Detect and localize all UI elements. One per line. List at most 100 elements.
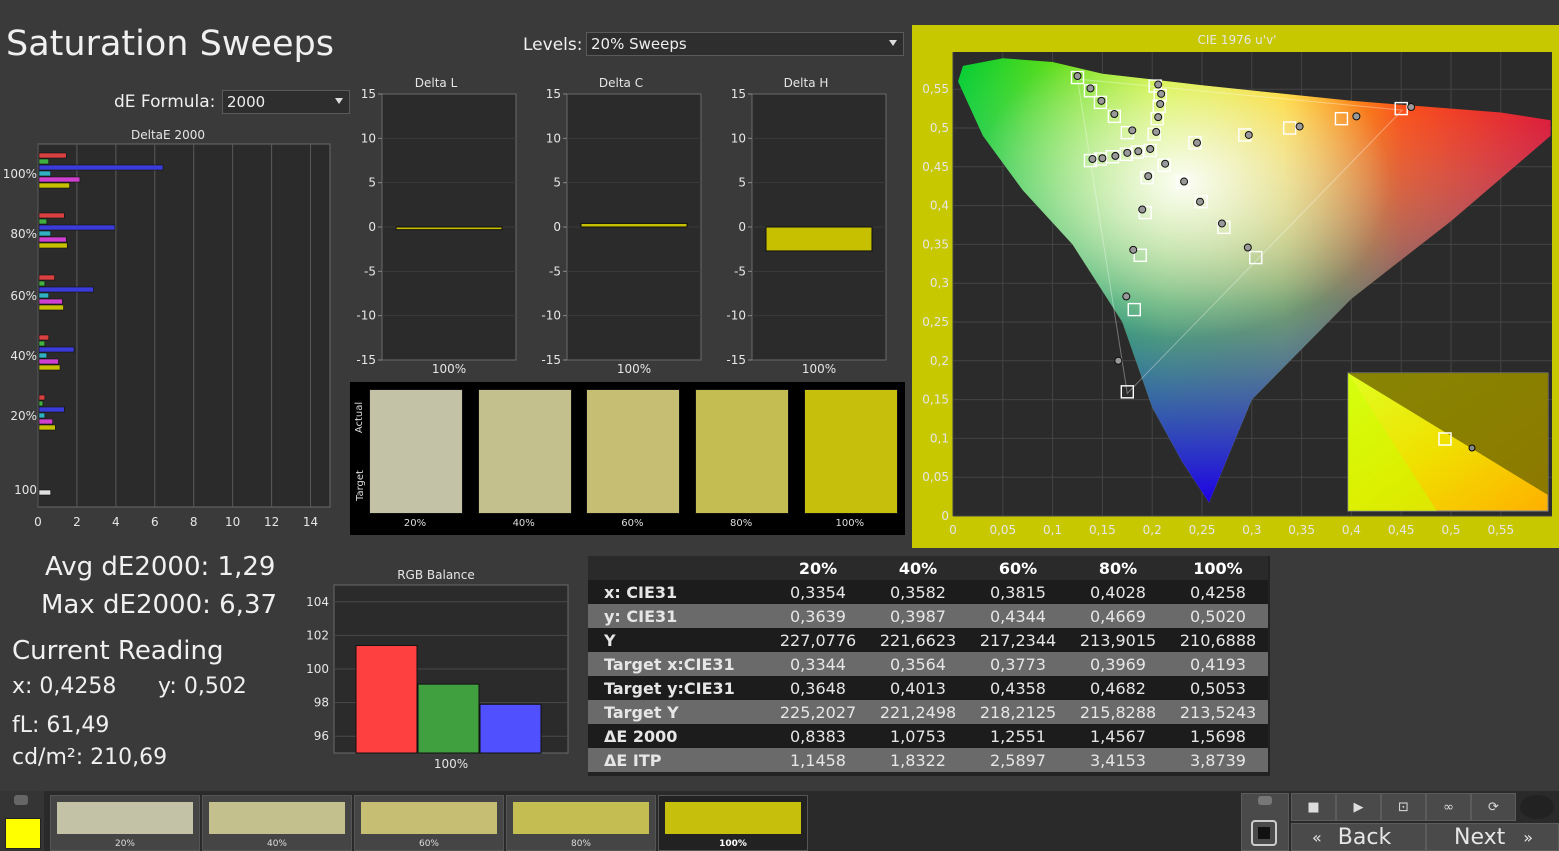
- table-cell: 3,4153: [1090, 750, 1146, 770]
- table-cell: 1,5698: [1190, 726, 1246, 746]
- readings-table: 20% 40% 60% 80% 100% x: CIE31 0,3354 0,358…: [588, 556, 1268, 772]
- table-cell: 210,6888: [1179, 630, 1257, 650]
- table-cell: 0,4013: [890, 678, 946, 698]
- deltae-x-tick: 12: [264, 515, 279, 529]
- deltae-y-ticks: 100% 80% 60% 40% 20% 100: [3, 167, 37, 497]
- delta-y-tick: 15: [731, 87, 746, 101]
- avg-de: Avg dE2000: 1,29: [45, 552, 276, 582]
- rgb-y-tick: 102: [306, 628, 329, 642]
- sweep-tile[interactable]: 100%: [658, 795, 808, 851]
- chevron-up-icon[interactable]: [1258, 796, 1272, 805]
- de-formula-select[interactable]: 2000: [222, 90, 350, 114]
- table-row: y: CIE31 0,3639 0,3987 0,4344 0,4669 0,5020: [588, 604, 1268, 628]
- rgb-y-tick: 104: [306, 595, 329, 609]
- delta-y-tick: -15: [726, 353, 746, 367]
- next-label: Next: [1454, 824, 1506, 850]
- loop-button[interactable]: ∞: [1426, 793, 1471, 821]
- table-cell: 0,4258: [1190, 582, 1246, 602]
- deltae-bar: [38, 164, 164, 171]
- cie-measured-marker: [1097, 96, 1106, 105]
- refresh-button[interactable]: ⟳: [1471, 793, 1516, 821]
- table-cell: 0,4028: [1090, 582, 1146, 602]
- deltae-bar: [38, 352, 48, 359]
- page-title: Saturation Sweeps: [6, 24, 334, 64]
- cie-x-tick: 0,5: [1441, 523, 1460, 537]
- deltae-bar: [38, 424, 56, 431]
- delta-y-tick: -5: [734, 264, 746, 278]
- cie-measured-marker: [1193, 138, 1202, 147]
- next-button[interactable]: Next »: [1426, 823, 1559, 851]
- deltae-bar: [38, 292, 50, 299]
- sweep-swatch: [369, 389, 463, 514]
- delta-bar: [765, 226, 873, 252]
- play-button[interactable]: ▶: [1336, 793, 1381, 821]
- deltae-bar: [38, 230, 51, 237]
- sweep-tile-label: 40%: [266, 839, 287, 849]
- deltae-category-label: 100%: [3, 167, 37, 181]
- cie-measured-marker: [1073, 72, 1082, 81]
- table-cell: 0,3987: [890, 606, 946, 626]
- table-row-label: Y: [604, 630, 616, 650]
- chevron-up-icon[interactable]: [14, 795, 28, 805]
- levels-select[interactable]: 20% Sweeps: [586, 32, 904, 56]
- table-row-label: Target x:CIE31: [604, 654, 735, 674]
- deltae-bar: [38, 152, 67, 159]
- delta-y-tick: -10: [356, 309, 376, 323]
- table-row: x: CIE31 0,3354 0,3582 0,3815 0,4028 0,4258: [588, 580, 1268, 604]
- delta-y-tick: -15: [541, 353, 561, 367]
- current-y: y: 0,502: [158, 674, 247, 699]
- sweep-tile[interactable]: 60%: [354, 795, 504, 851]
- stop-measure-button[interactable]: ■: [1291, 793, 1336, 821]
- deltae-category-label: 40%: [10, 349, 37, 363]
- chevron-down-icon: [335, 98, 343, 104]
- delta-y-tick: 15: [546, 87, 561, 101]
- delta-h-bar: [765, 226, 873, 252]
- cie-x-tick: 0,1: [1043, 523, 1062, 537]
- delta-c-title: Delta C: [599, 76, 643, 90]
- stop-button[interactable]: [1251, 820, 1277, 846]
- deltae-x-tick: 2: [73, 515, 81, 529]
- sweep-tile-label: 20%: [114, 839, 135, 849]
- deltae-bar: [38, 346, 75, 353]
- sweep-swatch-label: 60%: [621, 518, 644, 529]
- deltae-bar: [38, 242, 68, 249]
- back-button[interactable]: « Back: [1291, 823, 1426, 851]
- cie-measured-marker: [1110, 110, 1119, 119]
- table-cell: 0,5020: [1190, 606, 1246, 626]
- deltae-bar: [38, 286, 94, 293]
- table-cell: 1,4567: [1090, 726, 1146, 746]
- cie-y-tick: 0,55: [922, 82, 949, 96]
- deltae-bar: [38, 212, 65, 219]
- sweep-tile-swatch: [209, 802, 345, 834]
- cie-measured-marker: [1098, 154, 1107, 163]
- cie-measured-marker: [1111, 151, 1120, 160]
- cie-x-ticks: 0 0,05 0,1 0,15 0,2 0,25 0,3 0,35 0,4 0,45 0,5 0,55: [949, 523, 1514, 537]
- cie-chart-frame: CIE 1976 u'v' 0 0,05 0,1 0,15 0,2 0,25 0,3 0,35…: [912, 25, 1559, 548]
- table-cell: 0,3344: [790, 654, 846, 674]
- cie-y-ticks: 0 0,05 0,1 0,15 0,2 0,25 0,3 0,35 0,4 0,45 0,5 0,55: [922, 82, 949, 523]
- record-indicator-icon: [1520, 795, 1554, 819]
- deltae-x-tick: 4: [112, 515, 120, 529]
- cie-y-tick: 0,05: [922, 470, 949, 484]
- cie-measured-marker: [1123, 148, 1132, 157]
- deltae-bar: [38, 406, 65, 413]
- current-reading-title: Current Reading: [12, 636, 224, 666]
- deltae-x-tick: 8: [190, 515, 198, 529]
- max-de: Max dE2000: 6,37: [41, 590, 278, 620]
- sweep-tile[interactable]: 20%: [50, 795, 200, 851]
- sweep-swatch-label: 40%: [512, 518, 535, 529]
- delta-y-tick: -10: [726, 309, 746, 323]
- sweep-tile[interactable]: 40%: [202, 795, 352, 851]
- sweep-tile[interactable]: 80%: [506, 795, 656, 851]
- cie-measured-marker: [1154, 113, 1163, 122]
- table-cell: 0,3773: [990, 654, 1046, 674]
- deltae-bar: [38, 274, 55, 281]
- step-button[interactable]: ⊡: [1381, 793, 1426, 821]
- table-cell: 0,4344: [990, 606, 1046, 626]
- deltae-bar: [38, 158, 50, 165]
- target-label: Target: [354, 469, 366, 501]
- rgb-bar: [417, 683, 480, 754]
- table-header-cell: 60%: [998, 558, 1038, 578]
- table-cell: 0,4358: [990, 678, 1046, 698]
- deltae-plot-area: [37, 143, 331, 508]
